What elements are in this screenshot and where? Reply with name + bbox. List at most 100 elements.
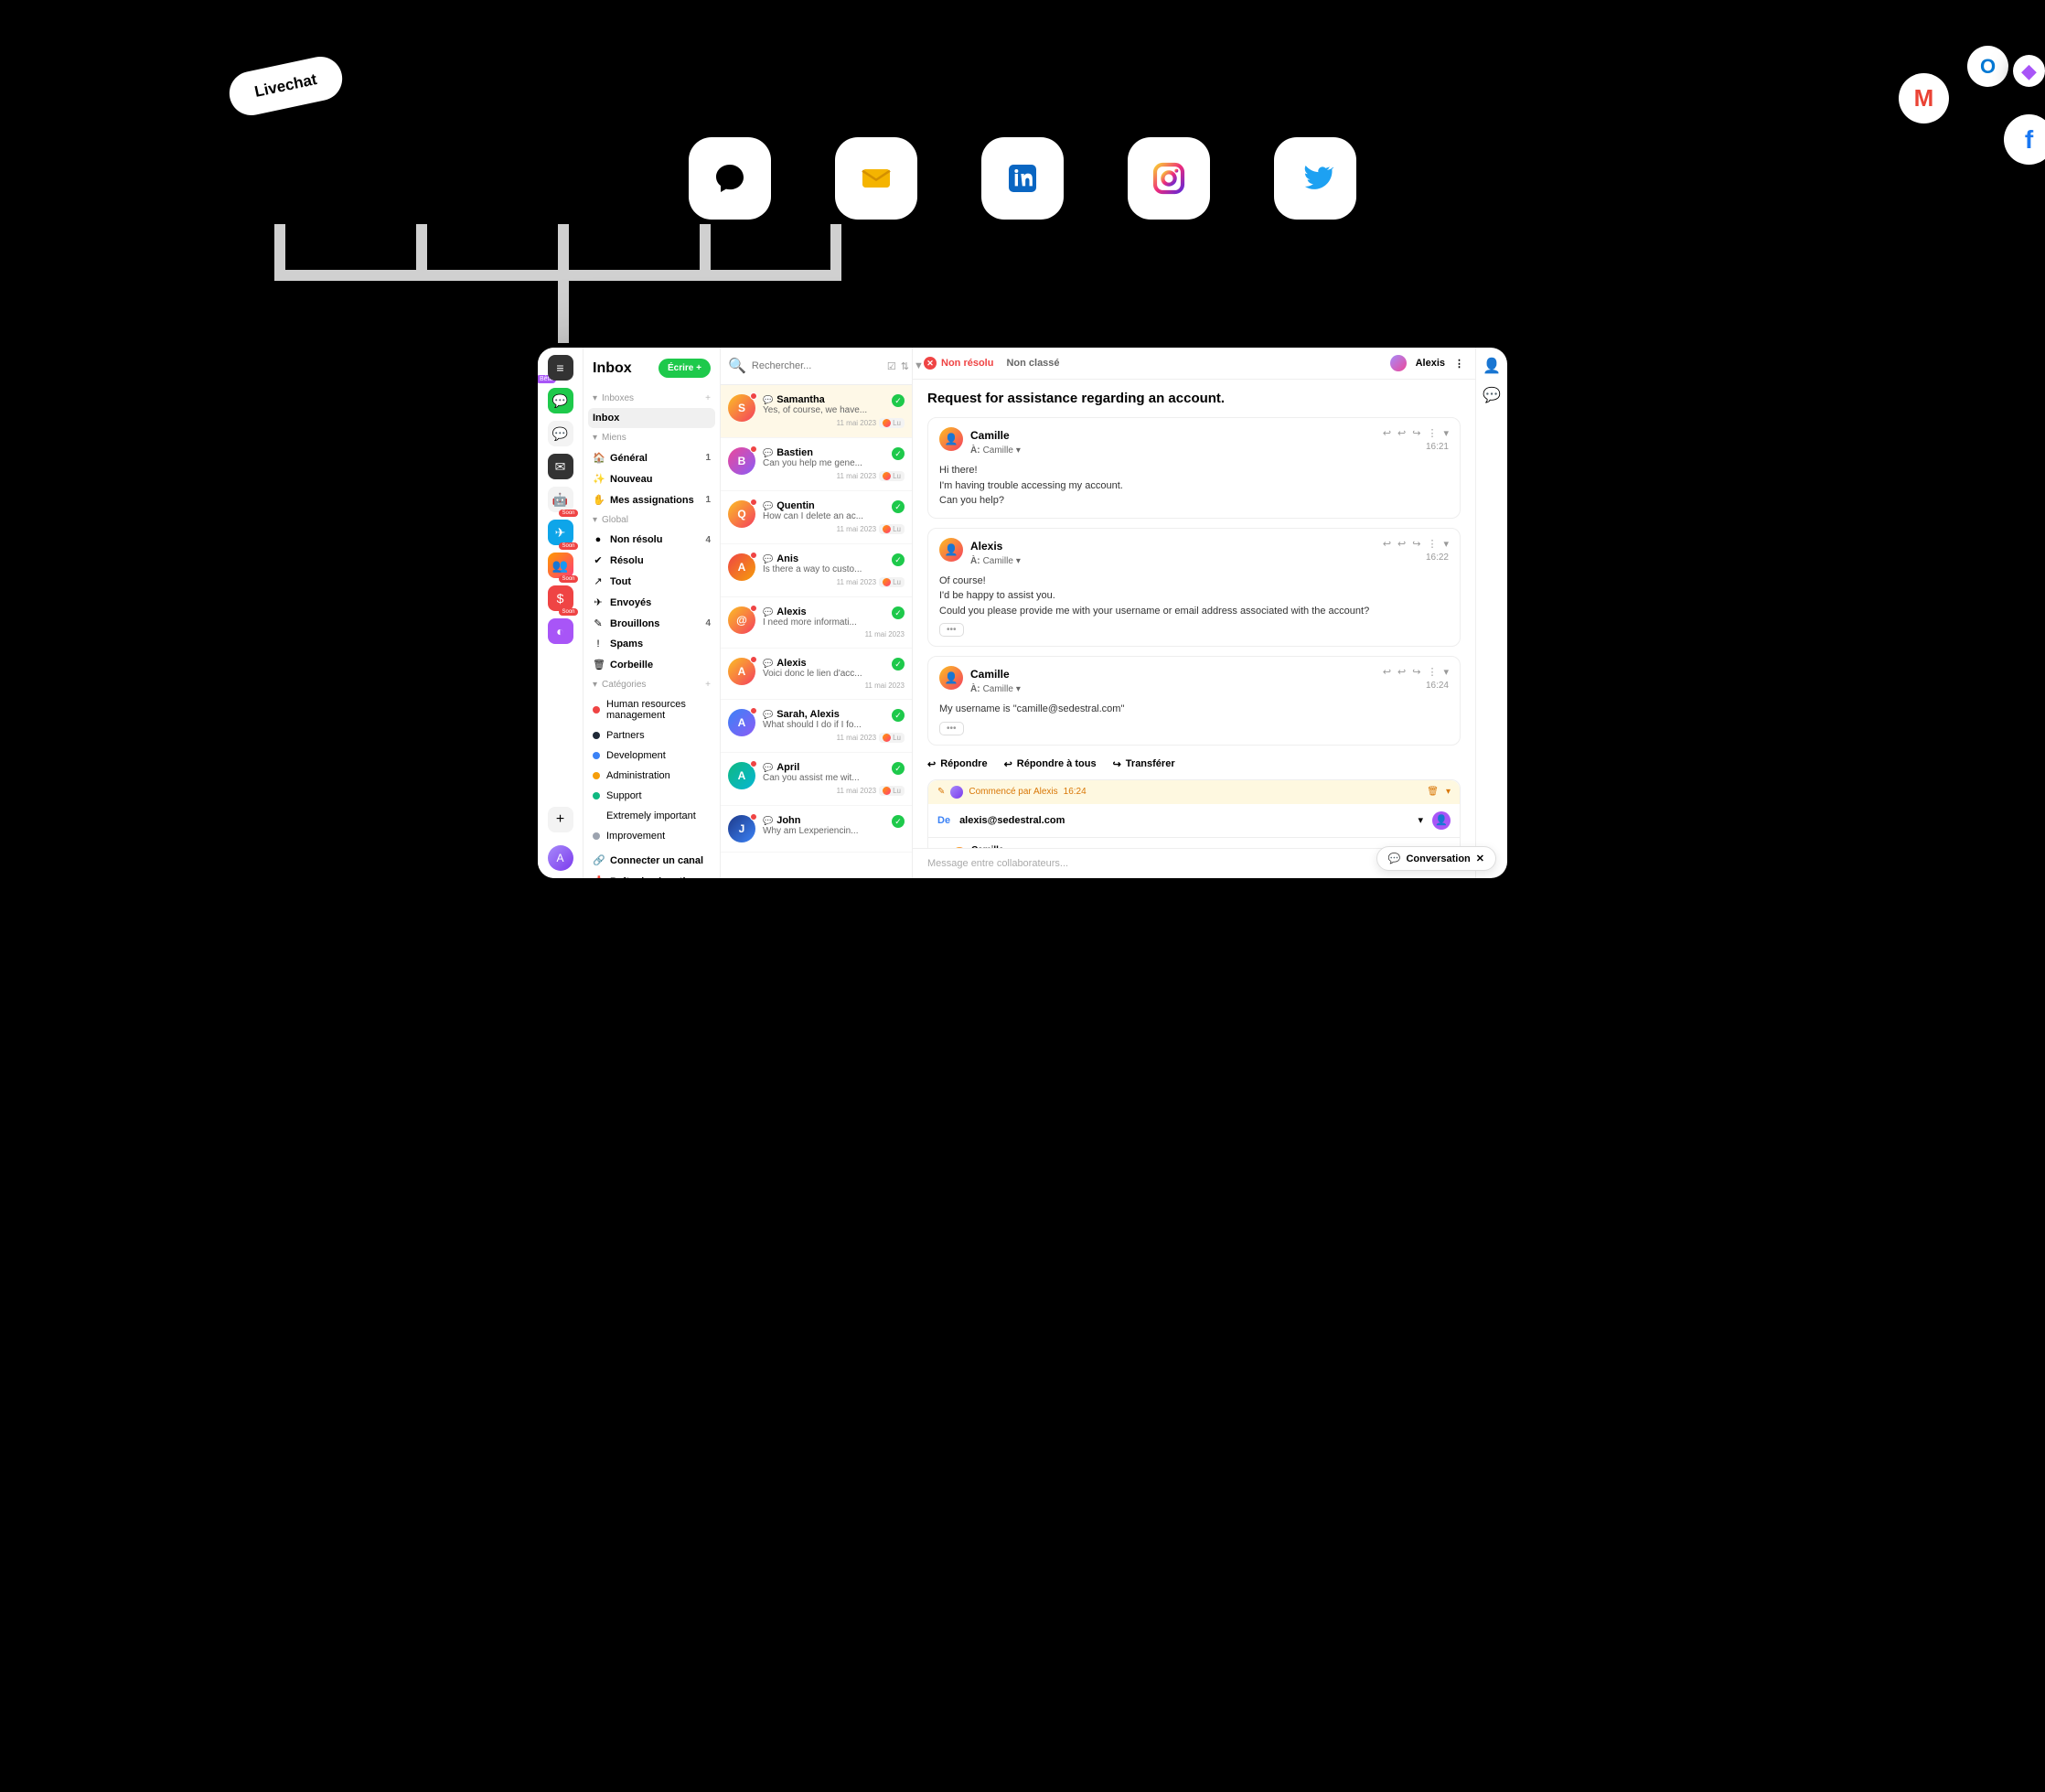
select-icon[interactable]: ☑: [887, 360, 896, 372]
delete-icon[interactable]: 🗑: [1427, 787, 1439, 797]
rail-money-icon[interactable]: $Soon: [548, 585, 573, 611]
conversation-item[interactable]: B Bastien Can you help me gene... 11 mai…: [721, 438, 912, 491]
status-unclassified[interactable]: Non classé: [1006, 358, 1059, 369]
sidebar-item[interactable]: ✋Mes assignations1: [584, 489, 720, 510]
sidebar-category[interactable]: Improvement: [584, 826, 720, 846]
section-miens[interactable]: ▾Miens: [584, 428, 720, 447]
expand-icon[interactable]: •••: [939, 623, 964, 637]
sidebar-footer-item[interactable]: 🔗Connecter un canal: [584, 850, 720, 871]
sidebar-item[interactable]: ●Non résolu4: [584, 530, 720, 550]
sidebar-item[interactable]: ✔Résolu: [584, 550, 720, 571]
sidebar-item-inbox[interactable]: Inbox: [588, 408, 715, 428]
more-icon[interactable]: ⋮: [1454, 358, 1464, 370]
sidebar-category[interactable]: Support: [584, 786, 720, 806]
rail-bubble-icon[interactable]: 💬: [548, 421, 573, 446]
conversation-item[interactable]: Q Quentin How can I delete an ac... 11 m…: [721, 491, 912, 544]
sidebar-category[interactable]: Development: [584, 746, 720, 766]
more-icon[interactable]: ⋮: [1427, 538, 1437, 550]
sidebar-item[interactable]: 🗑Corbeille: [584, 654, 720, 675]
header-user: Alexis: [1416, 358, 1445, 369]
chevron-down-icon[interactable]: ▾: [1443, 427, 1449, 439]
sidebar-category[interactable]: Administration: [584, 766, 720, 786]
app-window: Bêta ≡ 💬 💬 ✉ 🤖Soon ✈Soon 👥Soon $Soon ◐ +…: [538, 348, 1507, 878]
expand-icon[interactable]: •••: [939, 722, 964, 735]
rail-analytics-icon[interactable]: ◐: [548, 618, 573, 644]
chat-icon[interactable]: 💬: [1483, 386, 1501, 404]
rail-people-icon[interactable]: 👥Soon: [548, 553, 573, 578]
sidebar-category[interactable]: Partners: [584, 725, 720, 746]
check-icon: ✓: [892, 606, 905, 619]
reply-button[interactable]: ↩ Répondre: [927, 758, 988, 770]
forward-icon[interactable]: ↪: [1412, 427, 1420, 439]
reply-icon[interactable]: ↩: [1383, 666, 1391, 678]
mini-facebook-icon: f: [2004, 114, 2045, 165]
rail-add-button[interactable]: +: [548, 807, 573, 832]
channel-instagram: [1128, 137, 1210, 220]
conversation-item[interactable]: J John Why am Lexperiencin... ✓: [721, 806, 912, 853]
forward-icon[interactable]: ↪: [1412, 666, 1420, 678]
status-unresolved[interactable]: ✕Non résolu: [924, 357, 993, 370]
sidebar-item[interactable]: ↗Tout: [584, 571, 720, 592]
conversation-item[interactable]: A Anis Is there a way to custo... 11 mai…: [721, 544, 912, 597]
chevron-down-icon[interactable]: ▾: [1446, 787, 1451, 797]
section-inboxes[interactable]: ▾Inboxes+: [584, 389, 720, 408]
conversation-tab[interactable]: 💬 Conversation ✕: [1376, 846, 1496, 871]
conversation-item[interactable]: A Alexis Voici donc le lien d'acc... 11 …: [721, 649, 912, 700]
reply-all-icon[interactable]: ↩: [1397, 427, 1406, 439]
forward-button[interactable]: ↪ Transférer: [1113, 758, 1175, 770]
check-icon: ✓: [892, 815, 905, 828]
conversation-item[interactable]: A Sarah, Alexis What should I do if I fo…: [721, 700, 912, 753]
icon-rail: ≡ 💬 💬 ✉ 🤖Soon ✈Soon 👥Soon $Soon ◐ + A: [538, 348, 584, 878]
chevron-down-icon[interactable]: ▾: [1016, 556, 1021, 566]
sidebar-title: Inbox: [593, 360, 632, 377]
section-global[interactable]: ▾Global: [584, 510, 720, 530]
rail-bot-icon[interactable]: 🤖Soon: [548, 487, 573, 512]
conversation-item[interactable]: A April Can you assist me wit... 11 mai …: [721, 753, 912, 806]
chevron-down-icon[interactable]: ▾: [1443, 666, 1449, 678]
check-icon: ✓: [892, 553, 905, 566]
reply-all-icon[interactable]: ↩: [1397, 538, 1406, 550]
forward-icon[interactable]: ↪: [1412, 538, 1420, 550]
more-icon[interactable]: ⋮: [1427, 427, 1437, 439]
close-icon[interactable]: ✕: [1476, 853, 1484, 864]
sidebar-item[interactable]: !Spams: [584, 634, 720, 654]
chevron-down-icon[interactable]: ▾: [1443, 538, 1449, 550]
rail-user-avatar[interactable]: A: [548, 845, 573, 871]
conversation-item[interactable]: S Samantha Yes, of course, we have... 11…: [721, 385, 912, 438]
add-category-icon[interactable]: +: [705, 680, 711, 690]
rail-mail-icon[interactable]: ✉: [548, 454, 573, 479]
sidebar-footer-item[interactable]: 📥Boîte de réception: [584, 871, 720, 878]
sidebar-item[interactable]: ✨Nouveau: [584, 468, 720, 489]
livechat-pill: Livechat: [225, 53, 346, 120]
chevron-down-icon[interactable]: ▾: [1016, 445, 1021, 456]
chevron-down-icon[interactable]: ▾: [1418, 814, 1423, 826]
conversation-item[interactable]: @ Alexis I need more informati... 11 mai…: [721, 597, 912, 649]
sort-icon[interactable]: ⇅: [901, 360, 909, 372]
rail-chat-icon[interactable]: 💬: [548, 388, 573, 413]
write-button[interactable]: Écrire +: [658, 359, 711, 378]
rail-send-icon[interactable]: ✈Soon: [548, 520, 573, 545]
profile-icon[interactable]: 👤: [1483, 357, 1501, 375]
sidebar-item[interactable]: ✈Envoyés: [584, 592, 720, 613]
sidebar-category[interactable]: Human resources management: [584, 694, 720, 725]
connector-lines: [274, 224, 841, 348]
reply-all-button[interactable]: ↩ Répondre à tous: [1004, 758, 1097, 770]
close-icon: ✕: [924, 357, 937, 370]
add-inbox-icon[interactable]: +: [705, 393, 711, 403]
avatar-icon: 👤: [1432, 811, 1451, 830]
more-icon[interactable]: ⋮: [1427, 666, 1437, 678]
section-categories[interactable]: ▾Catégories+: [584, 675, 720, 694]
search-input[interactable]: [752, 360, 882, 371]
check-icon: ✓: [892, 447, 905, 460]
sidebar-item[interactable]: 🏠Général1: [584, 447, 720, 468]
sidebar-category[interactable]: Extremely important: [584, 806, 720, 826]
reply-all-icon[interactable]: ↩: [1397, 666, 1406, 678]
check-icon: ✓: [892, 500, 905, 513]
reply-icon[interactable]: ↩: [1383, 427, 1391, 439]
sidebar-item[interactable]: ✎Brouillons4: [584, 613, 720, 634]
avatar: 👤: [939, 427, 963, 451]
reply-icon[interactable]: ↩: [1383, 538, 1391, 550]
check-icon: ✓: [892, 709, 905, 722]
rail-logo-icon[interactable]: ≡: [548, 355, 573, 381]
chevron-down-icon[interactable]: ▾: [1016, 684, 1021, 694]
